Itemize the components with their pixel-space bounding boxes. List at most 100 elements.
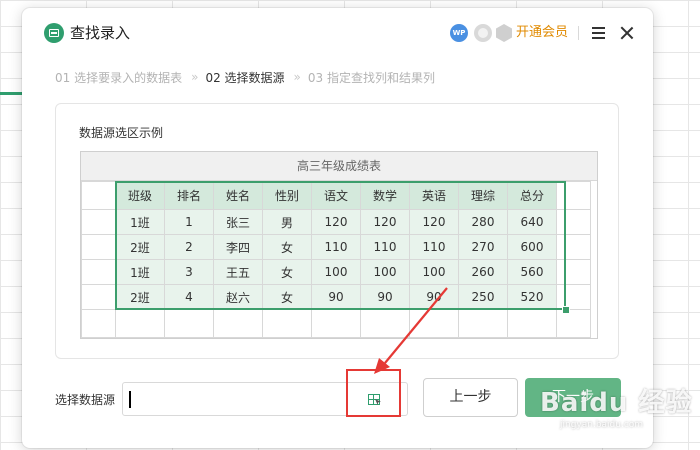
sample-header-cell: 理综 bbox=[458, 181, 508, 210]
table-row: 2班 4 赵六女 90 90 90 250 520 bbox=[81, 284, 591, 310]
sample-table: 班级 排名 姓名 性别 语文 数学 英语 理综 总分 1班 1 张三男 120 120 120 280 640 2… bbox=[81, 181, 591, 338]
sample-grid: 班级 排名 姓名 性别 语文 数学 英语 理综 总分 1班 1 张三男 120 120 120 280 640 2… bbox=[81, 181, 597, 338]
grid-cell bbox=[507, 309, 557, 338]
sample-cell: 90 bbox=[360, 284, 410, 310]
sample-header-cell: 班级 bbox=[115, 181, 165, 210]
sample-cell: 2班 bbox=[115, 234, 165, 260]
sample-cell: 张三 bbox=[213, 209, 263, 235]
annotation-highlight-box bbox=[346, 369, 401, 417]
dialog-titlebar: 查找录入 WP 开通会员 bbox=[22, 8, 653, 58]
sample-cell: 520 bbox=[507, 284, 557, 310]
sample-header-cell: 语文 bbox=[311, 181, 361, 210]
step-separator-icon: » bbox=[191, 70, 198, 84]
grid-cell bbox=[556, 234, 591, 260]
step-3: 03 指定查找列和结果列 bbox=[307, 70, 435, 85]
sample-cell: 600 bbox=[507, 234, 557, 260]
grid-cell bbox=[556, 181, 591, 210]
step-separator-icon: » bbox=[293, 70, 301, 84]
sample-cell: 90 bbox=[311, 284, 361, 310]
sample-cell: 女 bbox=[262, 234, 312, 260]
sample-cell: 2 bbox=[164, 234, 214, 260]
grid-cell bbox=[81, 284, 116, 310]
grid-cell bbox=[81, 259, 116, 285]
table-row: 1班 1 张三男 120 120 120 280 640 bbox=[81, 209, 591, 235]
grid-cell bbox=[262, 309, 312, 338]
sample-cell: 110 bbox=[360, 234, 410, 260]
sample-sheet: 高三年级成绩表 班级 排名 姓名 性别 语文 数学 英语 理综 总分 1班 1 张三男 120 120 12… bbox=[80, 151, 598, 339]
menu-icon[interactable] bbox=[592, 27, 606, 39]
grid-cell bbox=[164, 309, 214, 338]
source-label: 选择数据源 bbox=[55, 393, 116, 407]
find-entry-app-icon bbox=[44, 23, 64, 43]
sample-cell: 120 bbox=[360, 209, 410, 235]
sample-cell: 560 bbox=[507, 259, 557, 285]
sample-header-cell: 数学 bbox=[360, 181, 410, 210]
sample-cell: 1班 bbox=[115, 259, 165, 285]
sample-cell: 280 bbox=[458, 209, 508, 235]
sample-cell: 100 bbox=[409, 259, 459, 285]
step-1: 01 选择要录入的数据表 bbox=[55, 70, 183, 85]
sample-header-cell: 排名 bbox=[164, 181, 214, 210]
sample-cell: 260 bbox=[458, 259, 508, 285]
find-entry-dialog: 查找录入 WP 开通会员 01 选择要录入的数据表 » 02 选择数据源 » 0… bbox=[22, 8, 653, 448]
sample-header-row: 班级 排名 姓名 性别 语文 数学 英语 理综 总分 bbox=[81, 181, 591, 210]
next-step-button[interactable]: 下一步 bbox=[525, 378, 621, 417]
sample-cell: 110 bbox=[311, 234, 361, 260]
table-row: 2班 2 李四女 110 110 110 270 600 bbox=[81, 234, 591, 260]
previous-step-button[interactable]: 上一步 bbox=[423, 378, 518, 417]
sample-cell: 120 bbox=[409, 209, 459, 235]
source-input[interactable] bbox=[127, 386, 353, 414]
sample-cell: 1班 bbox=[115, 209, 165, 235]
grid-cell bbox=[213, 309, 263, 338]
wizard-steps: 01 选择要录入的数据表 » 02 选择数据源 » 03 指定查找列和结果列 bbox=[55, 68, 435, 86]
grid-cell bbox=[115, 309, 165, 338]
grid-cell bbox=[556, 259, 591, 285]
sample-cell: 1 bbox=[164, 209, 214, 235]
grid-cell bbox=[81, 181, 116, 210]
sample-cell: 女 bbox=[262, 284, 312, 310]
sample-table-title: 高三年级成绩表 bbox=[81, 152, 597, 181]
preview-label: 数据源选区示例 bbox=[79, 126, 164, 140]
sample-cell: 90 bbox=[409, 284, 459, 310]
grid-cell bbox=[81, 309, 116, 338]
grid-cell bbox=[458, 309, 508, 338]
table-row: 1班 3 王五女 100 100 100 260 560 bbox=[81, 259, 591, 285]
text-caret bbox=[129, 391, 131, 408]
grid-cell bbox=[360, 309, 410, 338]
sample-cell: 100 bbox=[311, 259, 361, 285]
sample-cell: 女 bbox=[262, 259, 312, 285]
grid-cell bbox=[311, 309, 361, 338]
sample-header-cell: 英语 bbox=[409, 181, 459, 210]
open-membership-link[interactable]: 开通会员 bbox=[516, 23, 568, 43]
sample-cell: 250 bbox=[458, 284, 508, 310]
sample-cell: 4 bbox=[164, 284, 214, 310]
sample-cell: 3 bbox=[164, 259, 214, 285]
grid-cell bbox=[556, 209, 591, 235]
data-source-preview-panel: 数据源选区示例 高三年级成绩表 班级 排名 姓名 性别 语文 数学 英语 理综 总分 1班 1 张三男… bbox=[55, 103, 619, 359]
sample-cell: 男 bbox=[262, 209, 312, 235]
dialog-title: 查找录入 bbox=[70, 24, 131, 42]
grid-cell bbox=[409, 309, 459, 338]
sample-cell: 李四 bbox=[213, 234, 263, 260]
sample-cell: 110 bbox=[409, 234, 459, 260]
sheet-selection-accent bbox=[0, 92, 22, 95]
grid-cell bbox=[81, 209, 116, 235]
member-shield-icon[interactable] bbox=[496, 24, 512, 42]
sample-header-cell: 性别 bbox=[262, 181, 312, 210]
close-icon[interactable] bbox=[620, 26, 634, 40]
sample-cell: 120 bbox=[311, 209, 361, 235]
sample-cell: 270 bbox=[458, 234, 508, 260]
selection-fill-handle bbox=[562, 306, 570, 314]
sample-header-cell: 姓名 bbox=[213, 181, 263, 210]
sample-cell: 赵六 bbox=[213, 284, 263, 310]
grid-cell bbox=[81, 234, 116, 260]
titlebar-divider bbox=[578, 26, 579, 40]
sample-cell: 2班 bbox=[115, 284, 165, 310]
sample-cell: 王五 bbox=[213, 259, 263, 285]
step-2: 02 选择数据源 bbox=[205, 70, 285, 85]
member-level-icon[interactable] bbox=[474, 24, 492, 42]
wps-account-icon[interactable]: WP bbox=[450, 24, 468, 42]
sample-cell: 100 bbox=[360, 259, 410, 285]
table-row bbox=[81, 309, 591, 338]
sample-cell: 640 bbox=[507, 209, 557, 235]
